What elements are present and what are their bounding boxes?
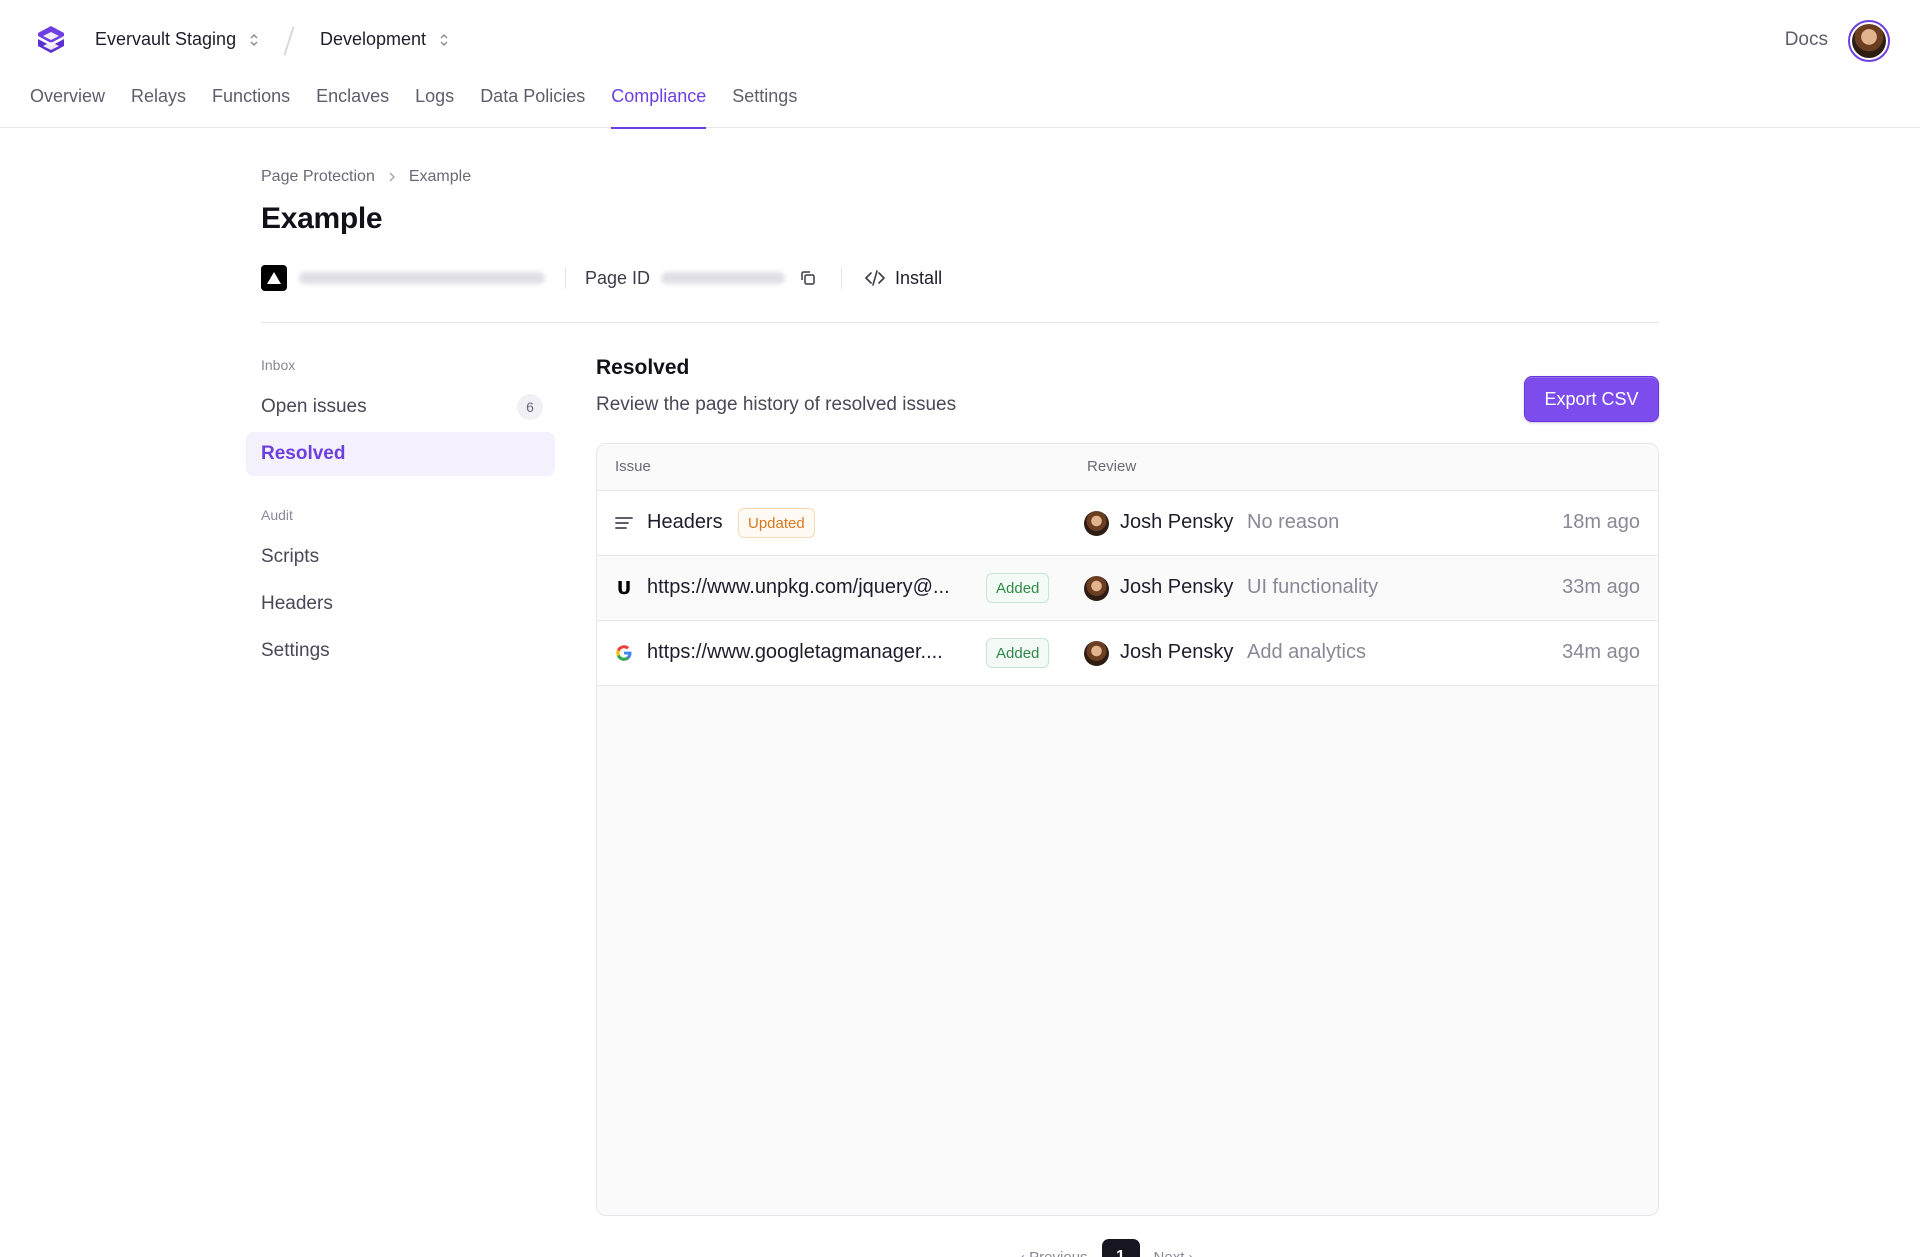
divider — [261, 322, 1659, 323]
review-reason: No reason — [1247, 511, 1340, 533]
chevron-right-icon — [389, 172, 395, 182]
nav-enclaves[interactable]: Enclaves — [316, 84, 389, 128]
sidebar-item-open-issues[interactable]: Open issues 6 — [246, 385, 555, 429]
org-switcher[interactable]: Evervault Staging — [95, 29, 260, 50]
environment-switcher[interactable]: Development — [320, 29, 450, 50]
avatar — [1084, 576, 1109, 601]
page-title: Example — [261, 202, 383, 235]
breadcrumb-separator — [283, 26, 295, 56]
status-badge: Added — [986, 573, 1050, 603]
sidebar-item-headers[interactable]: Headers — [246, 582, 555, 626]
sidebar-item-scripts[interactable]: Scripts — [246, 535, 555, 579]
audit-heading: Audit — [261, 507, 293, 523]
install-button[interactable]: Install — [865, 268, 942, 289]
chevron-updown-icon — [440, 33, 448, 46]
table-row[interactable]: U https://www.unpkg.com/jquery@... Added… — [597, 556, 1658, 621]
top-header: Evervault Staging Development Docs Overv… — [0, 0, 1920, 129]
resolved-issues-table: Issue Review Headers Updated Josh Pensky… — [596, 443, 1659, 1216]
sidebar-item-label: Settings — [261, 640, 330, 661]
page-meta-row: Page ID Install — [261, 264, 942, 292]
divider — [841, 267, 843, 289]
breadcrumb: Page Protection Example — [261, 168, 471, 186]
column-header-review: Review — [1087, 458, 1137, 475]
page-url-redacted — [299, 272, 545, 284]
list-icon — [614, 513, 634, 533]
nav-functions[interactable]: Functions — [212, 84, 290, 128]
nav-compliance[interactable]: Compliance — [611, 84, 707, 129]
sidebar-item-resolved[interactable]: Resolved — [246, 432, 555, 476]
timestamp: 34m ago — [1562, 641, 1640, 663]
evervault-logo-icon[interactable] — [32, 22, 70, 60]
status-badge: Updated — [738, 508, 815, 538]
nav-overview[interactable]: Overview — [30, 84, 105, 128]
issue-name: https://www.unpkg.com/jquery@... — [647, 576, 950, 598]
page-1-button[interactable]: 1 — [1101, 1239, 1140, 1257]
chevron-updown-icon — [250, 33, 258, 46]
issue-name: https://www.googletagmanager.... — [647, 641, 943, 663]
table-row[interactable]: https://www.googletagmanager.... Added J… — [597, 621, 1658, 686]
sidebar-item-settings[interactable]: Settings — [246, 629, 555, 673]
previous-page-button[interactable]: ‹ Previous — [1020, 1249, 1088, 1257]
column-header-issue: Issue — [615, 458, 651, 475]
nav-settings[interactable]: Settings — [732, 84, 797, 128]
vercel-icon — [261, 265, 287, 291]
status-badge: Added — [986, 638, 1050, 668]
docs-link[interactable]: Docs — [1785, 29, 1828, 51]
google-icon — [614, 643, 634, 663]
section-title: Resolved — [596, 356, 690, 379]
next-label: Next — [1153, 1248, 1185, 1257]
reviewer-name: Josh Pensky — [1120, 641, 1234, 663]
sidebar-item-label: Scripts — [261, 546, 320, 567]
reviewer-name: Josh Pensky — [1120, 511, 1234, 533]
nav-data-policies[interactable]: Data Policies — [480, 84, 585, 128]
inbox-heading: Inbox — [261, 357, 296, 373]
review-reason: Add analytics — [1247, 641, 1366, 663]
previous-label: Previous — [1029, 1248, 1088, 1257]
timestamp: 33m ago — [1562, 576, 1640, 598]
open-issues-count-badge: 6 — [517, 394, 543, 420]
next-page-button[interactable]: Next › — [1154, 1249, 1194, 1257]
section-subtitle: Review the page history of resolved issu… — [596, 394, 957, 415]
table-row[interactable]: Headers Updated Josh Pensky No reason 18… — [597, 491, 1658, 556]
copy-icon[interactable] — [799, 269, 817, 287]
avatar — [1084, 641, 1109, 666]
install-label: Install — [895, 267, 943, 288]
table-header: Issue Review — [597, 444, 1658, 491]
page-id-redacted — [661, 272, 786, 284]
environment-name: Development — [320, 29, 427, 49]
sidebar-item-label: Resolved — [261, 443, 346, 464]
issue-name: Headers — [647, 511, 723, 533]
main-nav: Overview Relays Functions Enclaves Logs … — [30, 84, 823, 129]
user-avatar[interactable] — [1848, 20, 1890, 62]
divider — [565, 267, 566, 289]
breadcrumb-page-protection[interactable]: Page Protection — [261, 168, 375, 186]
code-icon — [865, 270, 885, 286]
page-id-label: Page ID — [585, 267, 651, 288]
avatar — [1084, 511, 1109, 536]
sidebar-item-label: Open issues — [261, 396, 367, 417]
nav-relays[interactable]: Relays — [131, 84, 186, 128]
sidebar-item-label: Headers — [261, 593, 333, 614]
timestamp: 18m ago — [1562, 511, 1640, 533]
unpkg-icon: U — [616, 577, 632, 599]
breadcrumb-example: Example — [408, 168, 472, 185]
org-name: Evervault Staging — [95, 29, 237, 49]
reviewer-name: Josh Pensky — [1120, 576, 1234, 598]
pagination: ‹ Previous 1 Next › — [1020, 1239, 1194, 1257]
export-csv-button[interactable]: Export CSV — [1524, 376, 1659, 422]
nav-logs[interactable]: Logs — [415, 84, 454, 128]
review-reason: UI functionality — [1247, 576, 1379, 598]
